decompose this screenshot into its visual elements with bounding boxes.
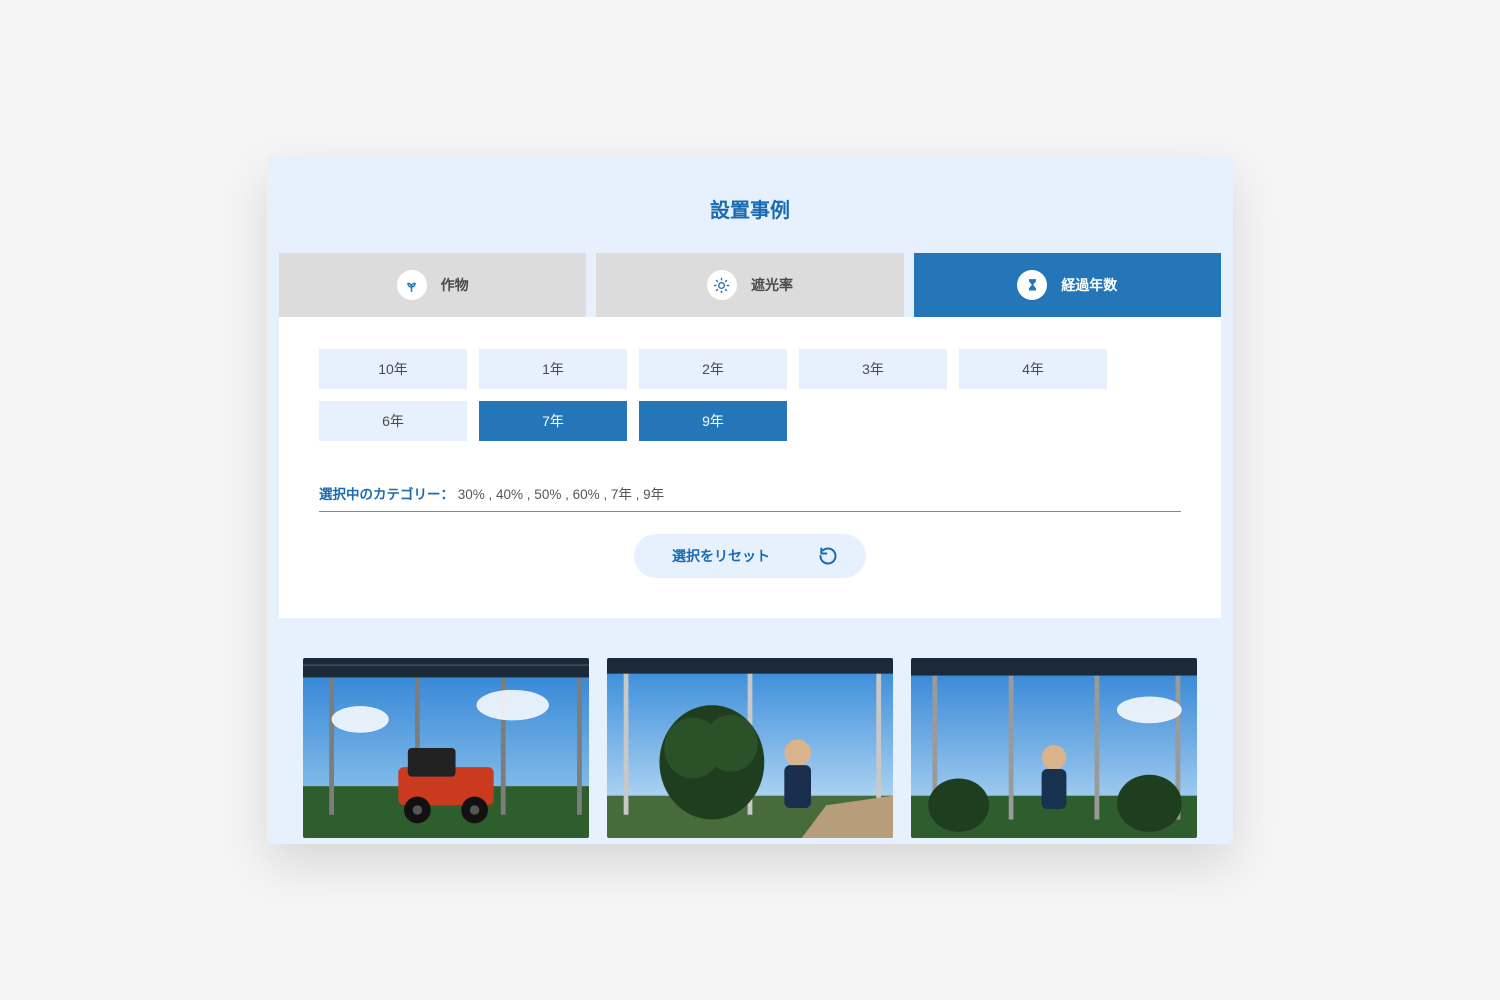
- case-thumbnail[interactable]: [303, 658, 589, 838]
- selected-categories-row: 選択中のカテゴリー： 30% , 40% , 50% , 60% , 7年 , …: [319, 483, 1181, 512]
- case-thumbnail[interactable]: [911, 658, 1197, 838]
- filter-chip[interactable]: 6年: [319, 401, 467, 441]
- selected-categories-label: 選択中のカテゴリー：: [319, 487, 454, 502]
- filter-chip[interactable]: 4年: [959, 349, 1107, 389]
- filter-chip[interactable]: 1年: [479, 349, 627, 389]
- tab-label: 経過年数: [1061, 275, 1117, 295]
- filter-chip[interactable]: 7年: [479, 401, 627, 441]
- year-filter-grid: 10年 1年 2年 3年 4年 6年 7年 9年: [319, 349, 1181, 441]
- page-title: 設置事例: [267, 194, 1233, 223]
- tab-crops[interactable]: 作物: [279, 253, 586, 317]
- tab-label: 遮光率: [751, 275, 793, 295]
- filter-panel: 10年 1年 2年 3年 4年 6年 7年 9年 選択中のカテゴリー： 30% …: [279, 317, 1221, 618]
- sun-icon: [707, 270, 737, 300]
- tab-years[interactable]: 経過年数: [914, 253, 1221, 317]
- selected-categories-values: 30% , 40% , 50% , 60% , 7年 , 9年: [458, 487, 664, 502]
- refresh-icon: [818, 546, 838, 566]
- reset-button[interactable]: 選択をリセット: [634, 534, 866, 578]
- hourglass-icon: [1017, 270, 1047, 300]
- case-thumbnail[interactable]: [607, 658, 893, 838]
- app-card: 設置事例 作物: [267, 156, 1233, 844]
- tab-shading[interactable]: 遮光率: [596, 253, 903, 317]
- filter-chip[interactable]: 10年: [319, 349, 467, 389]
- tab-label: 作物: [441, 275, 469, 295]
- sprout-icon: [397, 270, 427, 300]
- reset-button-label: 選択をリセット: [672, 546, 770, 566]
- filter-chip[interactable]: 3年: [799, 349, 947, 389]
- filter-chip[interactable]: 2年: [639, 349, 787, 389]
- category-tabs: 作物 遮光率: [267, 253, 1233, 317]
- filter-chip[interactable]: 9年: [639, 401, 787, 441]
- case-gallery: [267, 618, 1233, 838]
